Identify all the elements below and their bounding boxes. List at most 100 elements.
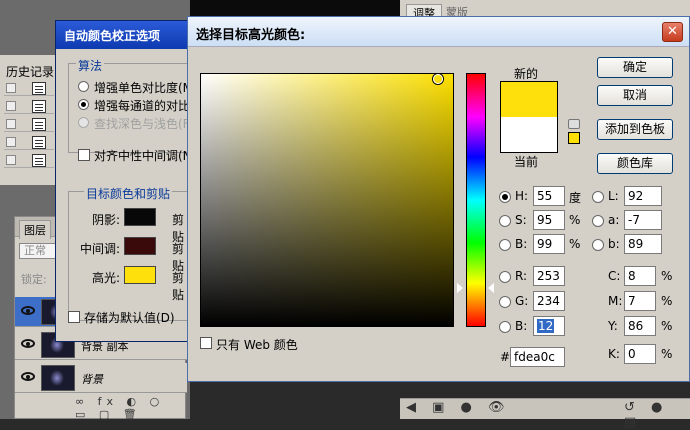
hue-radio[interactable]: [499, 191, 511, 203]
layers-footer-icons[interactable]: ∞ fx ◐ ○ ▭ ▢ 🗑: [75, 395, 185, 421]
black-input[interactable]: 0: [624, 344, 656, 364]
save-default-label[interactable]: 存储为默认值(D): [84, 309, 175, 326]
lab-a-input[interactable]: -7: [624, 210, 662, 230]
history-row[interactable]: [4, 153, 54, 168]
hex-label: #: [500, 350, 511, 364]
shadows-label: 阴影:: [92, 213, 121, 227]
hue-input[interactable]: 55: [533, 186, 565, 206]
current-color-swatch[interactable]: [500, 117, 558, 153]
hue-slider-left-arrow[interactable]: [457, 283, 463, 293]
brightness-unit: %: [569, 237, 581, 251]
yellow-label: Y:: [608, 319, 618, 333]
lab-l-input[interactable]: 92: [624, 186, 662, 206]
brightness-radio[interactable]: [499, 239, 511, 251]
option-radio: [78, 117, 89, 128]
snap-neutral-label[interactable]: 对齐中性中间调(N: [94, 147, 192, 164]
saturation-unit: %: [569, 213, 581, 227]
option-label[interactable]: 增强单色对比度(M: [94, 79, 193, 96]
layer-row[interactable]: 背景: [15, 363, 187, 393]
ok-button[interactable]: 确定: [597, 57, 673, 78]
hex-input[interactable]: fdea0c: [510, 347, 565, 367]
red-radio[interactable]: [499, 271, 511, 283]
color-picker-titlebar[interactable]: 选择目标高光颜色: ✕: [188, 17, 689, 47]
target-group-title: 目标颜色和剪贴: [84, 185, 173, 202]
cyan-unit: %: [661, 269, 673, 283]
history-row[interactable]: [4, 135, 54, 150]
layer-name: 背景: [81, 373, 103, 386]
option-label[interactable]: 增强每通道的对比: [94, 97, 190, 114]
cancel-button[interactable]: 取消: [597, 85, 673, 106]
red-input[interactable]: 253: [533, 266, 565, 286]
history-checkbox[interactable]: [6, 155, 16, 165]
red-label: R:: [515, 269, 528, 283]
web-safe-swatch[interactable]: [568, 132, 580, 144]
midtones-swatch[interactable]: [124, 237, 156, 255]
yellow-unit: %: [661, 319, 673, 333]
hue-unit: 度: [569, 191, 582, 205]
layer-thumbnail: [41, 365, 75, 391]
lab-l-label: L:: [608, 189, 619, 203]
color-libraries-button[interactable]: 颜色库: [597, 153, 673, 174]
color-picker-title: 选择目标高光颜色:: [196, 28, 306, 43]
midtones-label: 中间调:: [80, 242, 121, 256]
hue-slider[interactable]: [466, 73, 486, 327]
highlights-swatch[interactable]: [124, 266, 156, 284]
close-button[interactable]: ✕: [662, 22, 683, 42]
new-color-swatch: [500, 81, 558, 117]
web-colors-label[interactable]: 只有 Web 颜色: [216, 336, 298, 353]
history-checkbox[interactable]: [6, 101, 16, 111]
lab-l-radio[interactable]: [592, 191, 604, 203]
lab-b-radio[interactable]: [592, 239, 604, 251]
shadows-swatch[interactable]: [124, 208, 156, 226]
new-color-label: 新的: [514, 67, 539, 81]
yellow-input[interactable]: 86: [624, 316, 656, 336]
history-row[interactable]: [4, 117, 54, 132]
option-radio[interactable]: [78, 81, 89, 92]
brightness-input[interactable]: 99: [533, 234, 565, 254]
document-icon: [32, 118, 46, 131]
eye-icon[interactable]: [21, 372, 35, 381]
color-field-marker[interactable]: [433, 74, 443, 84]
snap-neutral-checkbox[interactable]: [78, 149, 90, 161]
web-colors-checkbox[interactable]: [200, 337, 212, 349]
saturation-radio[interactable]: [499, 215, 511, 227]
saturation-label: S:: [515, 213, 527, 227]
cyan-input[interactable]: 8: [624, 266, 656, 286]
history-checkbox[interactable]: [6, 83, 16, 93]
lab-b-input[interactable]: 89: [624, 234, 662, 254]
current-color-label: 当前: [514, 155, 539, 169]
blue-input-value: 12: [537, 319, 555, 333]
cube-icon[interactable]: [568, 119, 580, 129]
algorithm-group-title: 算法: [76, 57, 105, 74]
magenta-unit: %: [661, 294, 673, 308]
tab-layers[interactable]: 图层: [19, 220, 51, 239]
add-to-swatches-button[interactable]: 添加到色板: [597, 119, 673, 140]
green-input[interactable]: 234: [533, 291, 565, 311]
acc-title: 自动颜色校正选项: [64, 29, 161, 43]
saturation-input[interactable]: 95: [533, 210, 565, 230]
green-radio[interactable]: [499, 296, 511, 308]
history-row[interactable]: [4, 99, 54, 114]
history-checkbox[interactable]: [6, 137, 16, 147]
eye-icon[interactable]: [21, 339, 35, 348]
history-checkbox[interactable]: [6, 119, 16, 129]
highlights-label: 高光:: [92, 271, 121, 285]
history-row[interactable]: [4, 81, 54, 96]
adjustments-footer-icons[interactable]: ◀ ▣ ● 👁: [406, 400, 511, 415]
color-field[interactable]: [200, 73, 454, 327]
lab-b-label: b:: [608, 237, 620, 251]
option-radio[interactable]: [78, 99, 89, 110]
acc-titlebar[interactable]: 自动颜色校正选项: [56, 21, 194, 49]
auto-color-correction-dialog: 自动颜色校正选项 算法 增强单色对比度(M 增强每通道的对比 查找深色与浅色(F…: [55, 20, 208, 342]
blue-input[interactable]: 12: [533, 316, 565, 336]
save-default-checkbox[interactable]: [68, 311, 80, 323]
adjustments-footer-icons-right[interactable]: ↺ ● ▤: [624, 400, 690, 430]
lab-a-radio[interactable]: [592, 215, 604, 227]
blue-radio[interactable]: [499, 321, 511, 333]
cyan-label: C:: [608, 269, 621, 283]
magenta-input[interactable]: 7: [624, 291, 656, 311]
hue-slider-right-arrow[interactable]: [488, 283, 494, 293]
color-field-brightness: [201, 74, 453, 326]
brightness-label: B:: [515, 237, 528, 251]
eye-icon[interactable]: [21, 306, 35, 315]
